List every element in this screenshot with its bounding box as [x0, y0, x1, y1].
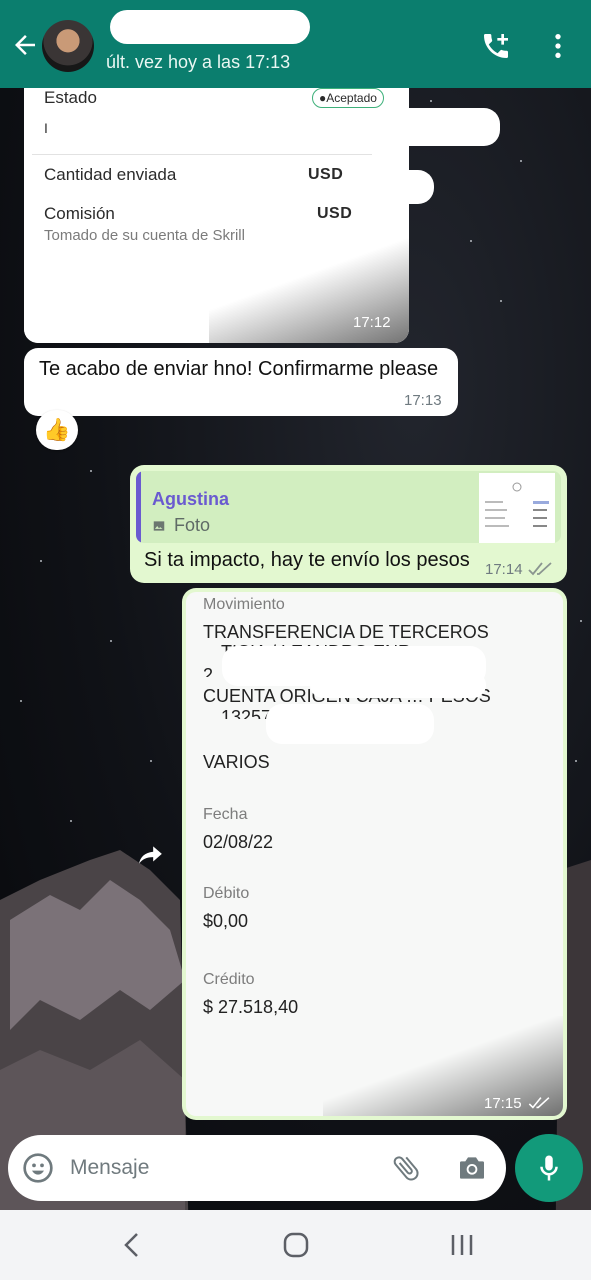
system-navigation-bar: [0, 1210, 591, 1280]
message-time: 17:12: [353, 314, 391, 331]
fee-label: Comisión: [44, 204, 115, 223]
double-check-icon: [528, 1097, 550, 1109]
varios-text: VARIOS: [203, 752, 270, 772]
date-value: 02/08/22: [203, 832, 274, 852]
message-time: 17:13: [404, 392, 442, 409]
last-seen-status: últ. vez hoy a las 17:13: [106, 52, 291, 72]
debit-label: Débito: [203, 885, 250, 902]
quote-thumbnail: [479, 473, 555, 543]
message-input[interactable]: [68, 1145, 368, 1191]
message-text: Si ta impacto, hay te envío los pesos: [144, 549, 470, 571]
quoted-message[interactable]: Agustina Foto: [136, 471, 561, 543]
double-check-icon: [528, 562, 552, 576]
message-time: 17:15: [484, 1095, 522, 1112]
quote-type: Foto: [174, 515, 211, 535]
quote-author: Agustina: [152, 489, 230, 509]
status-badge: ●Aceptado: [312, 88, 384, 108]
more-vert-icon[interactable]: [542, 30, 574, 62]
movement-label: Movimiento: [203, 596, 285, 613]
movement-value: TRANSFERENCIA DE TERCEROS: [203, 622, 489, 642]
partial-label: I: [44, 120, 48, 136]
redacted-text: [330, 108, 500, 146]
message-time: 17:14: [485, 561, 523, 578]
camera-icon[interactable]: [456, 1152, 488, 1184]
amount-label: Cantidad enviada: [44, 165, 177, 184]
status-label: Estado: [44, 88, 97, 107]
redacted-text: [380, 170, 434, 204]
contact-name-redacted[interactable]: [110, 10, 310, 44]
nav-recents-button[interactable]: [442, 1228, 482, 1262]
outgoing-reply-message[interactable]: Agustina Foto Si ta impacto, hay te enví…: [130, 465, 567, 583]
message-text: Te acabo de enviar hno! Confirmarme plea…: [39, 358, 439, 380]
credit-label: Crédito: [203, 971, 255, 988]
fee-currency: USD: [317, 205, 353, 222]
credit-value: $ 27.518,40: [203, 997, 299, 1017]
nav-home-button[interactable]: [276, 1228, 316, 1262]
add-call-icon[interactable]: [480, 30, 512, 62]
redacted-text: [266, 704, 434, 744]
date-label: Fecha: [203, 806, 248, 823]
image-shade: [323, 1016, 563, 1116]
emoji-icon[interactable]: [22, 1152, 54, 1184]
mic-icon: [540, 1155, 558, 1181]
debit-value: $0,00: [203, 911, 249, 931]
attach-icon[interactable]: [390, 1152, 422, 1184]
forward-icon[interactable]: [134, 838, 168, 872]
back-arrow-icon[interactable]: [10, 30, 40, 60]
quote-accent-bar: [136, 471, 141, 543]
incoming-message[interactable]: Te acabo de enviar hno! Confirmarme plea…: [24, 348, 458, 416]
message-composer: [8, 1135, 506, 1201]
amount-currency: USD: [308, 166, 344, 183]
divider: [32, 154, 372, 155]
thumbs-up-reaction[interactable]: 👍: [36, 410, 78, 450]
photo-icon: [153, 521, 165, 531]
chat-header: últ. vez hoy a las 17:13: [0, 0, 591, 88]
mic-button[interactable]: [515, 1134, 583, 1202]
redacted-text: [310, 672, 486, 698]
contact-avatar[interactable]: [42, 20, 94, 72]
nav-back-button[interactable]: [112, 1228, 152, 1262]
